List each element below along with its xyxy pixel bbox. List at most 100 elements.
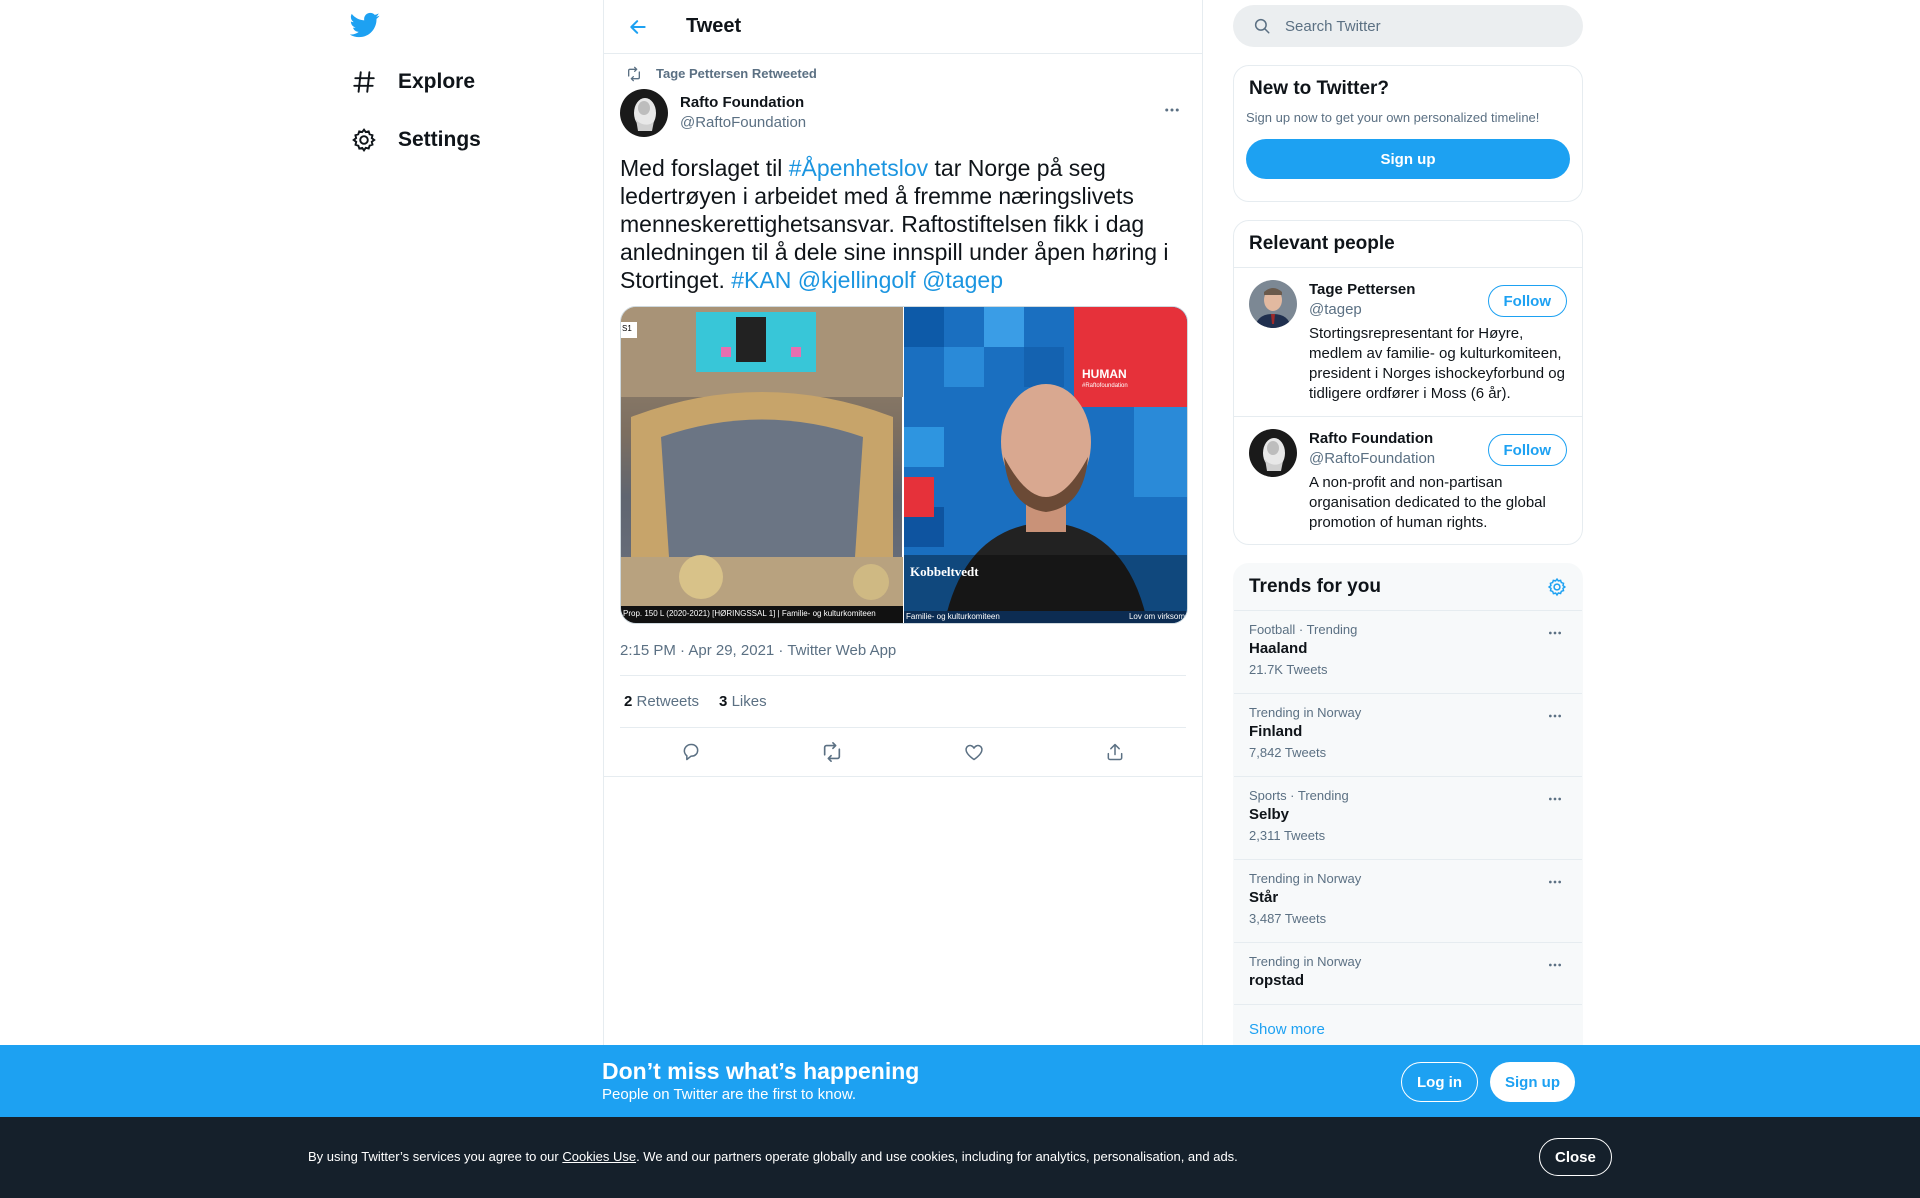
share-button[interactable]: [1097, 734, 1133, 770]
trend-count: 2,311 Tweets: [1249, 828, 1326, 843]
trend-name: Står: [1249, 889, 1279, 906]
reply-button[interactable]: [673, 734, 709, 770]
retweet-context[interactable]: Tage Pettersen Retweeted: [620, 54, 1186, 82]
trend-item[interactable]: Trending in Norway Står 3,487 Tweets: [1234, 860, 1582, 943]
follow-button[interactable]: Follow: [1487, 434, 1567, 466]
sidebar-signup-button[interactable]: Sign up: [1246, 139, 1570, 179]
retweets-count: 2: [624, 693, 633, 710]
cookie-bar: By using Twitter’s services you agree to…: [0, 1117, 1920, 1198]
more-dots-icon[interactable]: [1543, 870, 1567, 894]
cookies-use-link[interactable]: Cookies Use: [562, 1149, 636, 1164]
cookie-text: By using Twitter’s services you agree to…: [308, 1149, 1238, 1164]
tweet-more-button[interactable]: [1158, 96, 1186, 124]
retweet-icon: [616, 66, 652, 82]
mention-link[interactable]: @tagep: [922, 267, 1003, 293]
main-header: Tweet: [604, 0, 1202, 54]
avatar[interactable]: [1249, 280, 1297, 328]
relevant-people-title: Relevant people: [1249, 233, 1395, 254]
trend-item[interactable]: Trending in Norway Finland 7,842 Tweets: [1234, 694, 1582, 777]
media-left-caption: Prop. 150 L (2020-2021) [HØRINGSSAL 1] |…: [623, 609, 876, 618]
author-name[interactable]: Rafto Foundation: [680, 93, 806, 113]
avatar[interactable]: [620, 89, 668, 137]
media-speaker-name: Kobbeltvedt: [910, 564, 979, 579]
signup-banner: Don’t miss what’s happening People on Tw…: [0, 1045, 1920, 1117]
person-tagep[interactable]: Tage Pettersen @tagep Stortingsrepresent…: [1234, 267, 1582, 416]
heart-icon: [965, 744, 983, 761]
follow-button[interactable]: Follow: [1487, 285, 1567, 317]
person-bio: Stortingsrepresentant for Høyre, medlem …: [1309, 325, 1565, 402]
avatar[interactable]: [1249, 429, 1297, 477]
trend-context: Football · Trending: [1249, 622, 1358, 637]
tweet-media: S1 Prop. 150 L (2020-2021) [HØRINGSSAL 1…: [620, 306, 1188, 624]
mention-link[interactable]: @kjellingolf: [798, 267, 916, 293]
retweet-icon: [824, 742, 841, 762]
trends-card: Trends for you Football · Trending Haala…: [1233, 563, 1583, 1063]
retweeted-by-text: Tage Pettersen Retweeted: [656, 66, 817, 81]
more-dots-icon: [1165, 108, 1179, 112]
likes-stat[interactable]: 3 Likes: [719, 693, 767, 710]
nav-settings[interactable]: Settings: [350, 116, 481, 164]
trend-name: Selby: [1249, 806, 1290, 823]
media-image-speaker[interactable]: HUMAN #Raftofoundation Kobbeltvedt Famil…: [904, 307, 1187, 623]
media-right-caption: Familie- og kulturkomiteen: [906, 612, 1000, 621]
author-handle[interactable]: @RaftoFoundation: [680, 113, 806, 133]
likes-count: 3: [719, 693, 728, 710]
tweet-text-part: Med forslaget til: [620, 155, 789, 181]
trend-item[interactable]: Trending in Norway ropstad: [1234, 943, 1582, 1005]
person-bio: A non-profit and non-partisan organisati…: [1309, 474, 1546, 531]
hashtag-icon: [350, 68, 378, 96]
tweet-actions: [620, 728, 1186, 776]
banner-signup-button[interactable]: Sign up: [1490, 1062, 1575, 1102]
cookie-close-button[interactable]: Close: [1539, 1138, 1612, 1176]
trend-context: Trending in Norway: [1249, 705, 1362, 720]
hashtag-link[interactable]: #Åpenhetslov: [789, 155, 928, 181]
banner-subtitle: People on Twitter are the first to know.: [602, 1086, 857, 1103]
main-column: Tweet Tage Pettersen Retweeted Rafto Fou…: [603, 0, 1203, 1198]
share-icon: [1107, 743, 1123, 761]
trends-title: Trends for you: [1249, 576, 1381, 597]
trend-name: Finland: [1249, 723, 1303, 740]
more-dots-icon[interactable]: [1543, 953, 1567, 977]
trend-context: Trending in Norway: [1249, 954, 1362, 969]
back-button[interactable]: [620, 9, 656, 45]
like-button[interactable]: [956, 734, 992, 770]
trend-item[interactable]: Sports · Trending Selby 2,311 Tweets: [1234, 777, 1582, 860]
trend-item[interactable]: Football · Trending Haaland 21.7K Tweets: [1234, 611, 1582, 694]
tweet-text: Med forslaget til #Åpenhetslov tar Norge…: [620, 154, 1186, 294]
new-to-twitter-card: New to Twitter? Sign up now to get your …: [1233, 65, 1583, 202]
tweet: Tage Pettersen Retweeted Rafto Foundatio…: [604, 54, 1202, 777]
nav-explore-label: Explore: [398, 70, 476, 93]
arrow-left-icon: [630, 19, 646, 34]
nav-explore[interactable]: Explore: [350, 58, 475, 106]
more-dots-icon[interactable]: [1543, 704, 1567, 728]
tweet-timestamp[interactable]: 2:15 PM · Apr 29, 2021 · Twitter Web App: [620, 642, 1186, 676]
trend-name: Haaland: [1249, 640, 1308, 657]
retweets-label: Retweets: [636, 693, 700, 710]
person-raftofoundation[interactable]: Rafto Foundation @RaftoFoundation A non-…: [1234, 416, 1582, 544]
more-dots-icon[interactable]: [1543, 621, 1567, 645]
trend-count: 21.7K Tweets: [1249, 662, 1328, 677]
cookie-text-prefix: By using Twitter’s services you agree to…: [308, 1149, 563, 1164]
search-input[interactable]: [1285, 17, 1555, 35]
retweet-button[interactable]: [814, 734, 850, 770]
reply-icon: [683, 743, 699, 761]
page: Explore Settings Tweet Tage Pettersen Re…: [0, 0, 1920, 1198]
banner-title: Don’t miss what’s happening: [602, 1058, 920, 1084]
gear-icon[interactable]: [1547, 577, 1567, 597]
retweets-stat[interactable]: 2 Retweets: [624, 693, 699, 710]
media-image-hearing-room[interactable]: S1 Prop. 150 L (2020-2021) [HØRINGSSAL 1…: [621, 307, 904, 623]
trend-context: Trending in Norway: [1249, 871, 1362, 886]
trend-count: 7,842 Tweets: [1249, 745, 1327, 760]
relevant-people-card: Relevant people Tage Pettersen @tagep St…: [1233, 220, 1583, 545]
trend-context: Sports · Trending: [1249, 788, 1349, 803]
new-to-twitter-title: New to Twitter?: [1249, 78, 1390, 99]
media-right-caption-right: Lov om virksom: [1128, 612, 1185, 621]
tweet-author: Rafto Foundation @RaftoFoundation: [620, 88, 1186, 138]
tweet-stats: 2 Retweets 3 Likes: [620, 676, 1186, 728]
search-icon: [1254, 18, 1270, 34]
media-sign-subtext: #Raftofoundation: [1082, 383, 1128, 389]
login-button[interactable]: Log in: [1401, 1062, 1478, 1102]
more-dots-icon[interactable]: [1543, 787, 1567, 811]
hashtag-link[interactable]: #KAN: [731, 267, 791, 293]
twitter-bird-icon[interactable]: [349, 10, 382, 42]
